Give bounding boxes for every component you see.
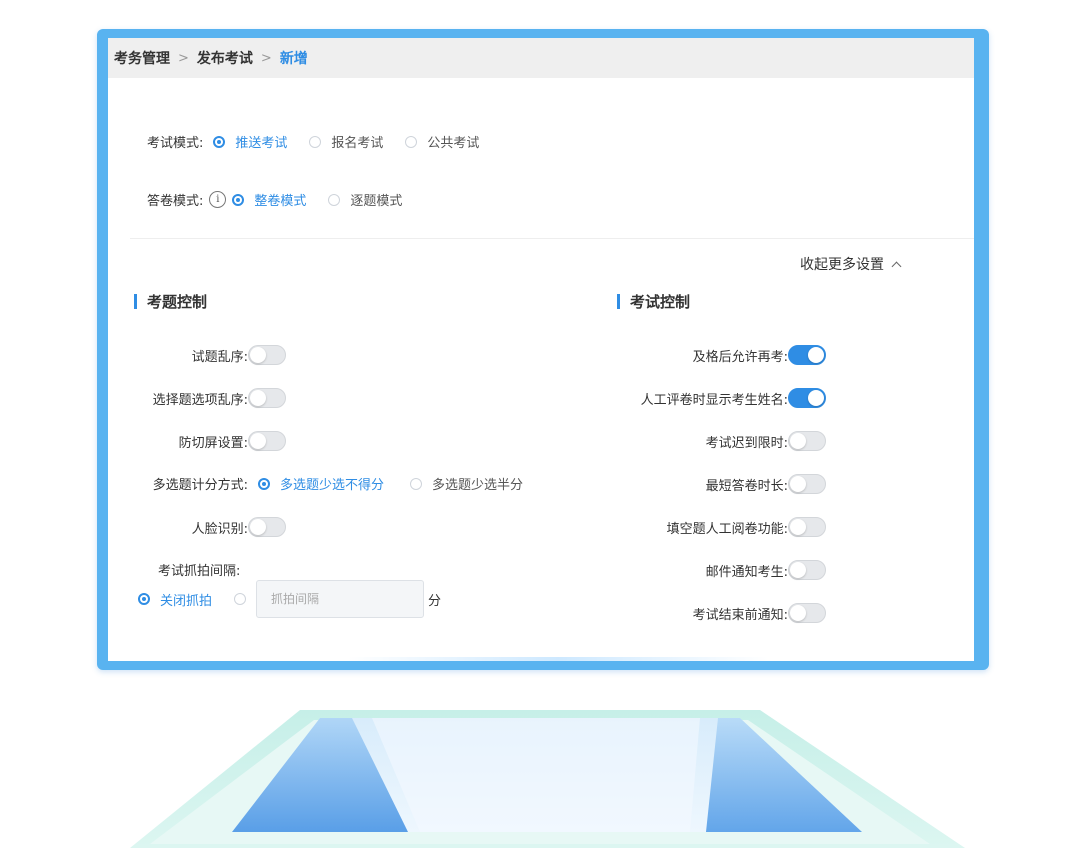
- email-notify-toggle[interactable]: [788, 560, 826, 580]
- shuffle-options-toggle[interactable]: [248, 388, 286, 408]
- exam-control-toggle-row: 考试迟到限时:: [614, 431, 826, 451]
- notify-before-end-toggle[interactable]: [788, 603, 826, 623]
- radio-dot-icon: [234, 593, 247, 605]
- section-accent-bar: [134, 294, 137, 309]
- answer-mode-single-radio[interactable]: 逐题模式: [328, 190, 402, 209]
- section-title-text: 考题控制: [147, 293, 208, 311]
- form-panel: 考试模式: 推送考试 报名考试 公共考试 答卷模式: i 整卷模式 逐题模式 收…: [114, 78, 974, 661]
- radio-label: 公共考试: [427, 136, 480, 151]
- answer-mode-full-radio[interactable]: 整卷模式: [232, 190, 306, 209]
- shuffle-options-row: 选择题选项乱序:: [114, 388, 286, 408]
- shuffle-questions-toggle[interactable]: [248, 345, 286, 365]
- collapse-more-settings-link[interactable]: 收起更多设置: [800, 254, 902, 274]
- monitor-frame: 考务管理 > 发布考试 > 新增 考试模式: 推送考试 报名考试 公共考试 答卷…: [97, 29, 989, 670]
- screen-bottom-glow: [348, 657, 768, 661]
- face-recognition-toggle[interactable]: [248, 517, 286, 537]
- capture-interval-input[interactable]: [256, 580, 425, 618]
- breadcrumb-current-new: 新增: [279, 51, 308, 67]
- capture-interval-label: 考试抓拍间隔:: [158, 564, 241, 579]
- exam-control-toggle-row: 人工评卷时显示考生姓名:: [614, 388, 826, 408]
- exam-control-toggle-row: 填空题人工阅卷功能:: [614, 517, 826, 537]
- exam-mode-row: 考试模式: 推送考试 报名考试 公共考试: [147, 132, 501, 151]
- capture-interval-radio[interactable]: [234, 593, 256, 605]
- breadcrumb-exam-admin[interactable]: 考务管理: [114, 48, 170, 68]
- multi-score-row: 多选题计分方式: 多选题少选不得分 多选题少选半分: [114, 474, 545, 493]
- radio-label: 整卷模式: [254, 194, 307, 209]
- radio-label: 报名考试: [331, 136, 384, 151]
- exam-control-toggle-row: 考试结束前通知:: [614, 603, 826, 623]
- radio-dot-icon: [405, 135, 418, 148]
- screen: 考务管理 > 发布考试 > 新增 考试模式: 推送考试 报名考试 公共考试 答卷…: [108, 38, 974, 661]
- late-limit-toggle[interactable]: [788, 431, 826, 451]
- multi-score-half-radio[interactable]: 多选题少选半分: [410, 474, 523, 493]
- face-recognition-label: 人脸识别:: [191, 521, 248, 537]
- exam-mode-signup-radio[interactable]: 报名考试: [309, 132, 383, 151]
- retake-after-pass-label: 及格后允许再考:: [692, 349, 788, 365]
- breadcrumb: 考务管理 > 发布考试 > 新增: [108, 38, 974, 78]
- capture-interval-controls: 关闭抓拍 分: [138, 580, 441, 618]
- shuffle-questions-label: 试题乱序:: [191, 349, 248, 365]
- exam-control-toggle-row: 邮件通知考生:: [614, 560, 826, 580]
- show-name-when-grading-label: 人工评卷时显示考生姓名:: [640, 392, 788, 408]
- stand-center-highlight: [372, 718, 700, 832]
- radio-dot-icon: [328, 193, 341, 206]
- info-circle-icon[interactable]: i: [209, 191, 227, 208]
- radio-dot-icon: [213, 135, 226, 148]
- min-answer-time-toggle[interactable]: [788, 474, 826, 494]
- retake-after-pass-toggle[interactable]: [788, 345, 826, 365]
- anti-switch-row: 防切屏设置:: [114, 431, 286, 451]
- exam-control-toggle-row: 及格后允许再考:: [614, 345, 826, 365]
- radio-dot-icon: [138, 593, 150, 605]
- fill-blank-manual-grading-toggle[interactable]: [788, 517, 826, 537]
- notify-before-end-label: 考试结束前通知:: [692, 607, 788, 623]
- breadcrumb-publish-exam[interactable]: 发布考试: [197, 48, 253, 68]
- monitor-stand: [130, 710, 965, 848]
- radio-dot-icon: [232, 193, 245, 206]
- shuffle-questions-row: 试题乱序:: [114, 345, 286, 365]
- radio-label: 推送考试: [235, 136, 288, 151]
- radio-label: 逐题模式: [350, 194, 403, 209]
- anti-switch-toggle[interactable]: [248, 431, 286, 451]
- divider: [130, 238, 974, 239]
- radio-label: 多选题少选半分: [432, 478, 524, 493]
- capture-interval-unit: 分: [428, 593, 442, 609]
- capture-off-radio[interactable]: 关闭抓拍: [138, 590, 212, 609]
- show-name-when-grading-toggle[interactable]: [788, 388, 826, 408]
- radio-dot-icon: [258, 477, 270, 490]
- radio-label: 多选题少选不得分: [280, 478, 385, 493]
- breadcrumb-separator: >: [260, 50, 272, 66]
- chevron-up-icon: [891, 261, 902, 271]
- radio-dot-icon: [410, 477, 423, 490]
- late-limit-label: 考试迟到限时:: [705, 435, 788, 451]
- exam-control-toggle-row: 最短答卷时长:: [614, 474, 826, 494]
- exam-mode-label: 考试模式:: [147, 136, 204, 151]
- breadcrumb-separator: >: [178, 50, 189, 66]
- section-title-text: 考试控制: [630, 293, 691, 311]
- question-control-title: 考题控制: [134, 291, 207, 312]
- collapse-more-label: 收起更多设置: [800, 257, 884, 273]
- capture-interval-row: 考试抓拍间隔:: [158, 560, 240, 579]
- exam-control-title: 考试控制: [617, 291, 690, 312]
- multi-score-none-radio[interactable]: 多选题少选不得分: [258, 474, 384, 493]
- fill-blank-manual-grading-label: 填空题人工阅卷功能:: [666, 521, 788, 537]
- section-accent-bar: [617, 294, 620, 309]
- anti-switch-label: 防切屏设置:: [178, 435, 248, 451]
- shuffle-options-label: 选择题选项乱序:: [152, 392, 248, 408]
- multi-score-label: 多选题计分方式:: [152, 478, 248, 493]
- answer-mode-row: 答卷模式: i 整卷模式 逐题模式: [147, 190, 424, 209]
- email-notify-label: 邮件通知考生:: [705, 564, 788, 580]
- answer-mode-label: 答卷模式:: [147, 194, 204, 209]
- face-recognition-row: 人脸识别:: [114, 517, 286, 537]
- exam-mode-public-radio[interactable]: 公共考试: [405, 132, 479, 151]
- radio-label: 关闭抓拍: [160, 593, 213, 609]
- exam-mode-push-radio[interactable]: 推送考试: [213, 132, 287, 151]
- radio-dot-icon: [309, 135, 322, 148]
- min-answer-time-label: 最短答卷时长:: [705, 478, 788, 494]
